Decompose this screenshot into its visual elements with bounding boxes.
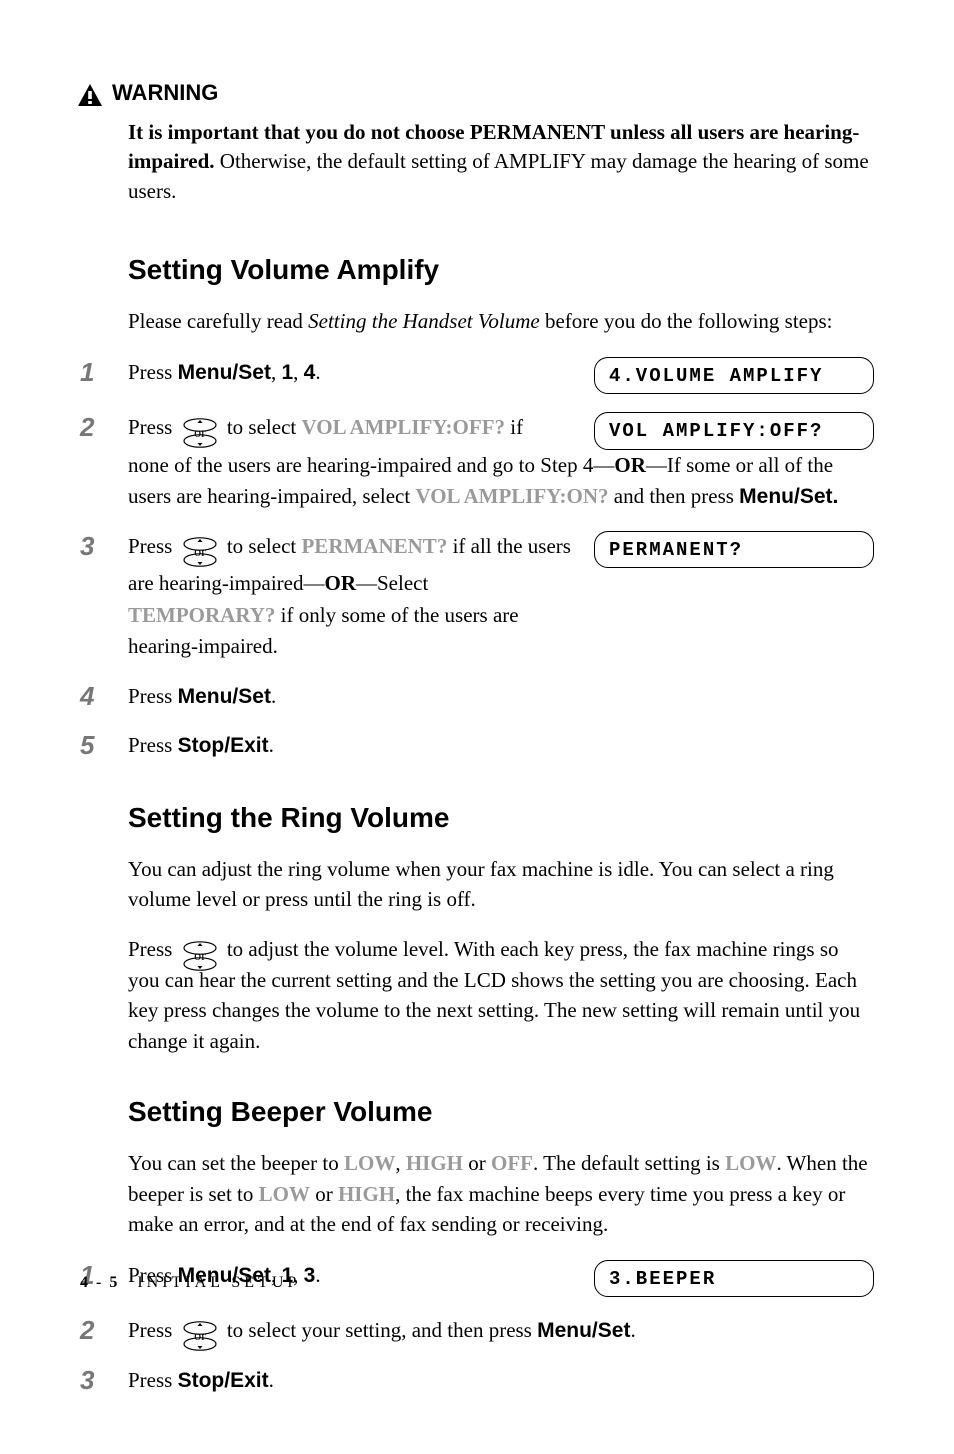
step-number: 3 (80, 1365, 128, 1394)
lcd-display: PERMANENT? (594, 531, 874, 569)
warning-body: It is important that you do not choose P… (128, 118, 874, 206)
amplify-step-5: 5 Press Stop/Exit. (80, 730, 874, 762)
ring-p2: Press to adjust the volume level. With e… (128, 934, 874, 1056)
step-text: Press Stop/Exit. (128, 730, 874, 762)
warning-label: WARNING (112, 80, 218, 106)
lcd-display: VOL AMPLIFY:OFF? (594, 412, 874, 450)
warning-text: Otherwise, the default setting of AMPLIF… (128, 149, 869, 202)
warning-icon (76, 82, 104, 108)
amplify-heading: Setting Volume Amplify (128, 254, 874, 286)
up-down-or-icon (182, 1321, 218, 1351)
step-number: 1 (80, 357, 128, 386)
page-footer: 4 - 5 INITIAL SETUP (80, 1274, 300, 1292)
step-text: Press Menu/Set, 1, 4. (128, 357, 576, 389)
beeper-step-2: 2 Press to select your setting, and then… (80, 1315, 874, 1347)
step-text: Press to select your setting, and then p… (128, 1315, 874, 1347)
lcd-display: 4.VOLUME AMPLIFY (594, 357, 874, 395)
page-content: WARNING It is important that you do not … (0, 0, 954, 1454)
up-down-or-icon (182, 537, 218, 567)
step-number: 2 (80, 1315, 128, 1344)
step-text: Press Stop/Exit. (128, 1365, 874, 1397)
amplify-step-4: 4 Press Menu/Set. (80, 681, 874, 713)
up-down-or-icon (182, 418, 218, 448)
up-down-or-icon (182, 941, 218, 971)
step-text: Press to select VOL AMPLIFY:OFF? if (128, 412, 576, 444)
beeper-p1: You can set the beeper to LOW, HIGH or O… (128, 1148, 874, 1239)
amplify-intro: Please carefully read Setting the Handse… (128, 306, 874, 336)
step-number: 4 (80, 681, 128, 710)
warning-header: WARNING (76, 80, 874, 108)
page-number: 4 - 5 (80, 1274, 119, 1291)
beeper-heading: Setting Beeper Volume (128, 1096, 874, 1128)
beeper-step-3: 3 Press Stop/Exit. (80, 1365, 874, 1397)
amplify-step-1: 1 Press Menu/Set, 1, 4. 4.VOLUME AMPLIFY (80, 357, 874, 395)
amplify-step-3: 3 Press to select PERMANENT? if all the … (80, 531, 874, 663)
ring-p1: You can adjust the ring volume when your… (128, 854, 874, 915)
step-number: 5 (80, 730, 128, 759)
amplify-step-2: 2 Press to select VOL AMPLIFY:OFF? if VO… (80, 412, 874, 513)
step-number: 3 (80, 531, 128, 560)
lcd-display: 3.BEEPER (594, 1260, 874, 1298)
step-text: Press Menu/Set. (128, 681, 874, 713)
step-number: 2 (80, 412, 128, 441)
ring-heading: Setting the Ring Volume (128, 802, 874, 834)
chapter-title: INITIAL SETUP (137, 1274, 300, 1291)
step-text: Press to select PERMANENT? if all the us… (128, 531, 576, 563)
